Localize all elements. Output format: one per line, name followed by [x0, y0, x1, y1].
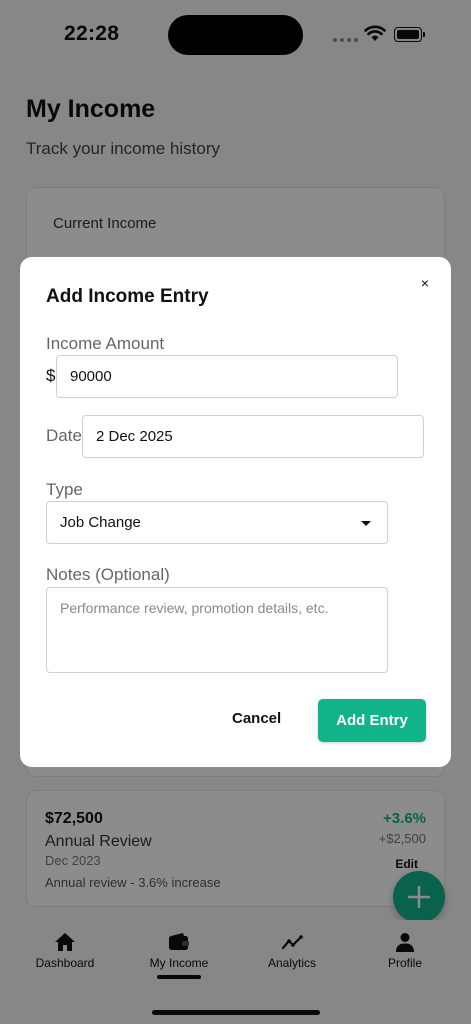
- add-entry-button[interactable]: Add Entry: [318, 699, 426, 742]
- cancel-button[interactable]: Cancel: [232, 710, 281, 727]
- income-amount-label: Income Amount: [46, 334, 165, 353]
- close-icon[interactable]: ×: [415, 273, 435, 293]
- notes-textarea[interactable]: Performance review, promotion details, e…: [46, 587, 388, 673]
- date-label: Date: [46, 426, 82, 445]
- date-value: 2 Dec 2025: [96, 428, 173, 445]
- type-select[interactable]: Job Change: [46, 501, 388, 544]
- add-income-modal: Add Income Entry × Income Amount $ 90000…: [20, 257, 451, 767]
- chevron-down-icon: [361, 521, 371, 526]
- modal-title: Add Income Entry: [46, 286, 209, 307]
- date-input[interactable]: 2 Dec 2025: [82, 415, 424, 458]
- type-label: Type: [46, 480, 83, 499]
- income-amount-input[interactable]: 90000: [56, 355, 398, 398]
- currency-symbol: $: [46, 366, 56, 385]
- income-amount-value: 90000: [70, 368, 112, 385]
- type-value: Job Change: [60, 514, 141, 531]
- notes-label: Notes (Optional): [46, 565, 170, 584]
- notes-placeholder: Performance review, promotion details, e…: [60, 600, 329, 616]
